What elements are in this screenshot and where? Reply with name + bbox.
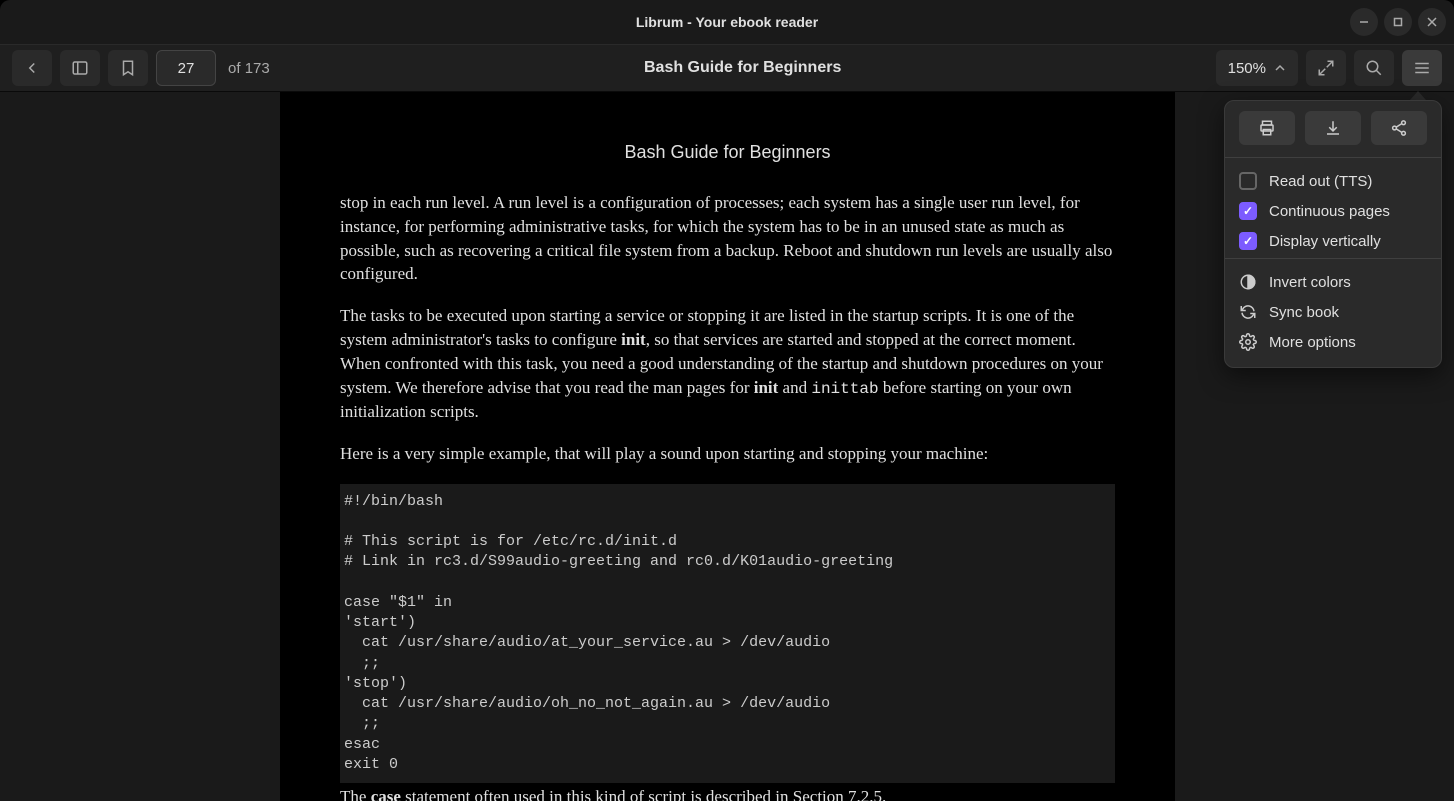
window-controls (1350, 8, 1446, 36)
paragraph: The tasks to be executed upon starting a… (340, 304, 1115, 424)
gear-icon (1239, 333, 1257, 351)
page-total-label: of 173 (228, 60, 270, 77)
print-button[interactable] (1239, 111, 1295, 145)
menu-button[interactable] (1402, 50, 1442, 86)
sync-icon (1239, 303, 1257, 321)
section-link[interactable]: Section 7.2.5 (793, 787, 882, 801)
download-button[interactable] (1305, 111, 1361, 145)
sync-book-option[interactable]: Sync book (1225, 297, 1441, 327)
paragraph: Here is a very simple example, that will… (340, 442, 1115, 466)
share-button[interactable] (1371, 111, 1427, 145)
maximize-button[interactable] (1384, 8, 1412, 36)
panel-separator (1225, 258, 1441, 259)
page-number-input[interactable] (156, 50, 216, 86)
code-block: #!/bin/bash # This script is for /etc/rc… (340, 484, 1115, 784)
toolbar: of 173 Bash Guide for Beginners 150% (0, 44, 1454, 92)
option-label: More options (1269, 334, 1356, 351)
option-label: Display vertically (1269, 233, 1381, 250)
checkbox-icon (1239, 232, 1257, 250)
paragraph: stop in each run level. A run level is a… (340, 191, 1115, 286)
option-label: Invert colors (1269, 274, 1351, 291)
checkbox-icon (1239, 172, 1257, 190)
more-options[interactable]: More options (1225, 327, 1441, 357)
option-label: Continuous pages (1269, 203, 1390, 220)
display-vertically-option[interactable]: Display vertically (1225, 226, 1441, 256)
minimize-button[interactable] (1350, 8, 1378, 36)
options-panel: Read out (TTS) Continuous pages Display … (1224, 100, 1442, 368)
book-title: Bash Guide for Beginners (278, 59, 1208, 77)
paragraph: The case statement often used in this ki… (340, 785, 1115, 801)
search-button[interactable] (1354, 50, 1394, 86)
app-window: Librum - Your ebook reader of 173 Bash G… (0, 0, 1454, 801)
checkbox-icon (1239, 202, 1257, 220)
invert-colors-option[interactable]: Invert colors (1225, 267, 1441, 297)
page-header: Bash Guide for Beginners (340, 142, 1115, 163)
titlebar: Librum - Your ebook reader (0, 0, 1454, 44)
chevron-up-icon (1274, 62, 1286, 74)
tts-option[interactable]: Read out (TTS) (1225, 166, 1441, 196)
panel-caret-icon (1410, 91, 1426, 100)
page-canvas[interactable]: Bash Guide for Beginners stop in each ru… (280, 92, 1175, 801)
close-button[interactable] (1418, 8, 1446, 36)
zoom-value: 150% (1228, 60, 1266, 77)
panel-separator (1225, 157, 1441, 158)
option-label: Sync book (1269, 304, 1339, 321)
back-button[interactable] (12, 50, 52, 86)
window-title: Librum - Your ebook reader (636, 14, 818, 30)
continuous-pages-option[interactable]: Continuous pages (1225, 196, 1441, 226)
sidebar-toggle-button[interactable] (60, 50, 100, 86)
option-label: Read out (TTS) (1269, 173, 1372, 190)
contrast-icon (1239, 273, 1257, 291)
zoom-dropdown[interactable]: 150% (1216, 50, 1298, 86)
fullscreen-button[interactable] (1306, 50, 1346, 86)
page-content: Bash Guide for Beginners stop in each ru… (280, 92, 1175, 801)
bookmark-button[interactable] (108, 50, 148, 86)
